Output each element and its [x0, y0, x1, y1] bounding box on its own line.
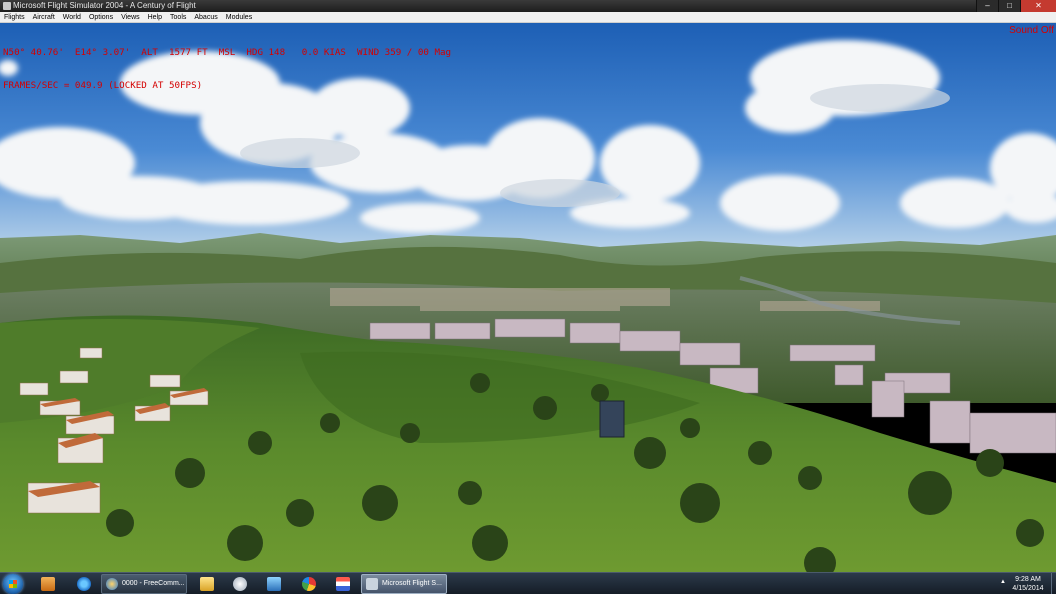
- hud-readout: N50° 40.76' E14° 3.07' ALT 1577 FT MSL H…: [3, 25, 451, 102]
- sound-status: Sound Off: [1009, 25, 1054, 36]
- menu-tools[interactable]: Tools: [166, 12, 190, 22]
- internet-explorer-icon[interactable]: [72, 575, 96, 593]
- close-button[interactable]: ✕: [1020, 0, 1056, 12]
- hud-position-line: N50° 40.76' E14° 3.07' ALT 1577 FT MSL H…: [3, 47, 452, 58]
- taskbar: 0000 - FreeComm... Microsoft Flight S...…: [0, 572, 1056, 594]
- minimize-button[interactable]: –: [976, 0, 998, 12]
- taskbar-button-freecomm[interactable]: 0000 - FreeComm...: [101, 574, 187, 594]
- task-label: 0000 - FreeComm...: [122, 580, 185, 587]
- menu-views[interactable]: Views: [117, 12, 144, 22]
- menu-options[interactable]: Options: [85, 12, 117, 22]
- paint-icon[interactable]: [297, 575, 321, 593]
- menu-help[interactable]: Help: [144, 12, 166, 22]
- clock-time: 9:28 AM: [1015, 576, 1041, 583]
- menu-flights[interactable]: Flights: [0, 12, 29, 22]
- menu-modules[interactable]: Modules: [222, 12, 256, 22]
- menu-abacus[interactable]: Abacus: [190, 12, 221, 22]
- scenery-image: [0, 23, 1056, 572]
- monitor-icon[interactable]: [262, 575, 286, 593]
- clock[interactable]: 9:28 AM 4/15/2014: [1008, 575, 1048, 593]
- flight-scene-viewport[interactable]: [0, 23, 1056, 572]
- hud-fps-line: FRAMES/SEC = 049.9 (LOCKED AT 50FPS): [3, 80, 203, 91]
- show-desktop-button[interactable]: [1051, 573, 1056, 594]
- airplane-icon: [366, 578, 378, 590]
- freecomm-icon: [106, 578, 118, 590]
- app-icon: [3, 2, 11, 10]
- folder-icon[interactable]: [195, 575, 219, 593]
- title-bar: Microsoft Flight Simulator 2004 - A Cent…: [0, 0, 1056, 12]
- menu-aircraft[interactable]: Aircraft: [29, 12, 59, 22]
- maximize-button[interactable]: □: [998, 0, 1020, 12]
- menu-world[interactable]: World: [59, 12, 85, 22]
- window-controls: – □ ✕: [976, 0, 1056, 12]
- globe-icon[interactable]: [228, 575, 252, 593]
- flag-icon[interactable]: [331, 575, 355, 593]
- media-player-icon[interactable]: [36, 575, 60, 593]
- task-label: Microsoft Flight S...: [382, 580, 442, 587]
- clock-date: 4/15/2014: [1012, 585, 1044, 592]
- windows-orb-icon[interactable]: [3, 574, 23, 594]
- system-tray: ▲ 9:28 AM 4/15/2014: [996, 573, 1056, 594]
- menu-bar: Flights Aircraft World Options Views Hel…: [0, 12, 1056, 23]
- show-hidden-icons-button[interactable]: ▲: [1000, 579, 1006, 585]
- window-title: Microsoft Flight Simulator 2004 - A Cent…: [13, 1, 196, 10]
- taskbar-button-flight-simulator[interactable]: Microsoft Flight S...: [361, 574, 447, 594]
